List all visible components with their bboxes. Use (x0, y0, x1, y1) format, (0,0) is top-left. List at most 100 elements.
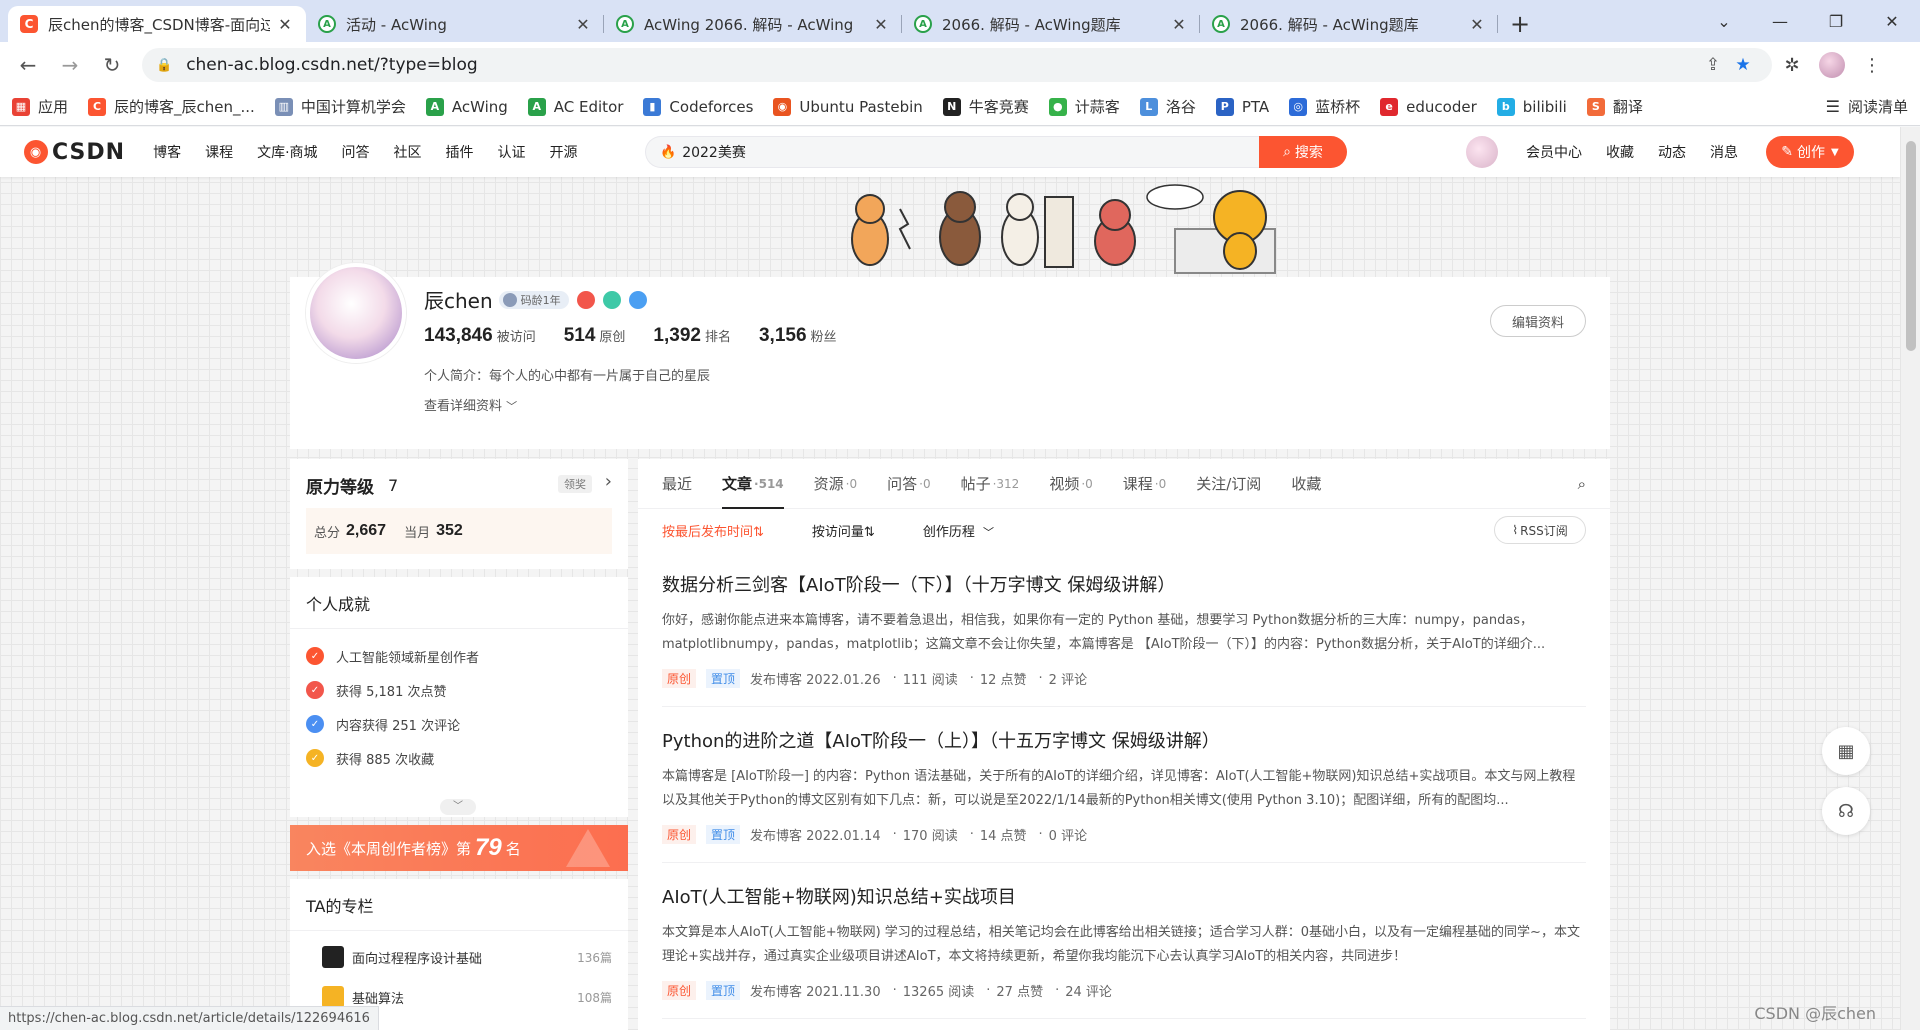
profile-stat[interactable]: 514 原创 (564, 325, 626, 347)
sort-by-latest[interactable]: 按最后发布时间⇅ (662, 521, 764, 540)
forward-button[interactable]: → (52, 47, 88, 83)
edit-profile-button[interactable]: 编辑资料 (1490, 305, 1586, 337)
scrollbar-thumb[interactable] (1906, 141, 1916, 351)
bookmark-item[interactable]: b bilibili (1496, 97, 1567, 116)
weekly-rank-banner[interactable]: 入选《本周创作者榜》第 79 名 (290, 825, 628, 871)
omnibox[interactable]: 🔒 chen-ac.blog.csdn.net/?type=blog ⇪ ★ (142, 48, 1772, 82)
minimize-button[interactable]: — (1752, 0, 1808, 42)
browser-tab[interactable]: A AcWing 2066. 解码 - AcWing ✕ (604, 6, 902, 42)
nav-right-item[interactable]: 会员中心 (1526, 142, 1582, 162)
bookmark-item[interactable]: ● 计蒜客 (1048, 96, 1120, 117)
content-tab[interactable]: 视频 ·0 (1049, 459, 1092, 509)
nav-item[interactable]: 文库·商城 (257, 142, 317, 162)
bookmark-item[interactable]: ▮ Codeforces (643, 97, 753, 116)
reading-list[interactable]: ☰ 阅读清单 (1826, 96, 1908, 117)
content-tab[interactable]: 资源 ·0 (814, 459, 857, 509)
bookmark-item[interactable]: P PTA (1215, 97, 1269, 116)
search-input[interactable]: 🔥 2022美赛 (645, 136, 1259, 168)
back-button[interactable]: ← (10, 47, 46, 83)
content-tab[interactable]: 文章 ·514 (722, 459, 784, 509)
content-tab[interactable]: 最近 (662, 459, 692, 509)
medal-icon[interactable] (628, 290, 647, 309)
profile-avatar-large[interactable] (306, 263, 406, 363)
article-summary[interactable]: 你好，感谢你能点进来本篇博客，请不要着急退出，相信我，如果你有一定的 Pytho… (662, 609, 1586, 657)
content-tab[interactable]: 问答 ·0 (887, 459, 930, 509)
rss-subscribe-button[interactable]: ⌇ RSS订阅 (1494, 516, 1586, 544)
close-tab-icon[interactable]: ✕ (872, 15, 890, 34)
profile-stat[interactable]: 1,392 排名 (653, 325, 731, 347)
sort-by-views[interactable]: 按访问量⇅ (812, 521, 875, 540)
profile-stat[interactable]: 3,156 粉丝 (759, 325, 837, 347)
menu-icon[interactable]: ⋮ (1852, 55, 1892, 76)
browser-tab[interactable]: A 2066. 解码 - AcWing题库 ✕ (902, 6, 1200, 42)
close-tab-icon[interactable]: ✕ (276, 15, 294, 34)
more-info-link[interactable]: 查看详细资料 ﹀ (424, 395, 517, 414)
nav-right-item[interactable]: 收藏 (1606, 142, 1634, 162)
new-tab-button[interactable]: + (1502, 6, 1538, 42)
column-item[interactable]: 面向过程程序设计基础 136篇 (290, 937, 628, 977)
bookmark-item[interactable]: N 牛客竞赛 (942, 96, 1029, 117)
search-button[interactable]: ⌕ 搜索 (1259, 136, 1347, 168)
restore-button[interactable]: ❐ (1808, 0, 1864, 42)
bookmark-item[interactable]: L 洛谷 (1139, 96, 1196, 117)
bookmark-item[interactable]: A AcWing (425, 97, 508, 116)
article-summary[interactable]: 本文算是本人AIoT(人工智能+物联网) 学习的过程总结，相关笔记均会在此博客给… (662, 921, 1586, 969)
nav-item[interactable]: 课程 (205, 142, 233, 162)
expand-chevron-icon[interactable]: ﹀ (440, 799, 476, 815)
history-dropdown[interactable]: 创作历程 ﹀ (923, 521, 994, 540)
claim-reward-tag[interactable]: 领奖 (558, 475, 592, 493)
nav-right-item[interactable]: 消息 (1710, 142, 1738, 162)
profile-name[interactable]: 辰chen (424, 285, 493, 314)
profile-stat[interactable]: 143,846 被访问 (424, 325, 536, 347)
create-button[interactable]: ✎ 创作 ▼ (1766, 136, 1854, 168)
csdn-logo[interactable]: ◉ CSDN (24, 140, 125, 165)
close-window-button[interactable]: ✕ (1864, 0, 1920, 42)
page-scrollbar[interactable] (1900, 127, 1920, 1030)
article-title[interactable]: Python的进阶之道【AIoT阶段一（上）】（十五万字博文 保姆级讲解） (662, 727, 1586, 753)
bookmark-item[interactable]: ◉ Ubuntu Pastebin (773, 97, 923, 116)
user-avatar[interactable] (1466, 136, 1498, 168)
search-icon[interactable]: ⌕ (1578, 475, 1586, 493)
bookmark-item[interactable]: ▥ 中国计算机学会 (274, 96, 406, 117)
bookmark-item[interactable]: C 辰的博客_辰chen_... (88, 96, 255, 117)
qrcode-icon[interactable]: ▦ (1822, 727, 1870, 775)
nav-item[interactable]: 开源 (550, 142, 578, 162)
nav-right-item[interactable]: 动态 (1658, 142, 1686, 162)
content-tab[interactable]: 收藏 (1291, 459, 1321, 509)
browser-tab[interactable]: C 辰chen的博客_CSDN博客-面向过程 ✕ (8, 6, 306, 42)
nav-item[interactable]: 插件 (446, 142, 474, 162)
close-tab-icon[interactable]: ✕ (1170, 15, 1188, 34)
nav-item[interactable]: 认证 (498, 142, 526, 162)
share-icon[interactable]: ⇪ (1698, 55, 1728, 75)
article-title[interactable]: 数据分析三剑客【AIoT阶段一（下）】（十万字博文 保姆级讲解） (662, 571, 1586, 597)
extensions-icon[interactable]: ✲ (1772, 55, 1812, 76)
close-tab-icon[interactable]: ✕ (1468, 15, 1486, 34)
bookmark-item[interactable]: e educoder (1380, 97, 1477, 116)
tab-search-icon[interactable]: ⌄ (1696, 0, 1752, 42)
medal-icon[interactable] (602, 290, 621, 309)
browser-tab[interactable]: A 2066. 解码 - AcWing题库 ✕ (1200, 6, 1498, 42)
content-tab[interactable]: 课程 ·0 (1123, 459, 1166, 509)
url-text[interactable]: chen-ac.blog.csdn.net/?type=blog (186, 55, 1698, 75)
profile-avatar[interactable] (1812, 52, 1852, 78)
bookmark-item[interactable]: A AC Editor (527, 97, 623, 116)
article-item[interactable]: Python的进阶之道【AIoT阶段一（上）】（十五万字博文 保姆级讲解） 本篇博… (662, 707, 1586, 863)
browser-tab[interactable]: A 活动 - AcWing ✕ (306, 6, 604, 42)
headset-icon[interactable]: ☊ (1822, 787, 1870, 835)
medal-icon[interactable] (576, 290, 595, 309)
bookmark-item[interactable]: ▦ 应用 (12, 96, 68, 117)
bookmark-item[interactable]: S 翻译 (1586, 96, 1643, 117)
article-item[interactable]: 数据分析三剑客【AIoT阶段一（下）】（十万字博文 保姆级讲解） 你好，感谢你能点… (662, 551, 1586, 707)
content-tab[interactable]: 关注/订阅 (1196, 459, 1261, 509)
bookmark-item[interactable]: ◎ 蓝桥杯 (1289, 96, 1360, 117)
lock-icon[interactable]: 🔒 (156, 58, 172, 73)
bookmark-star-icon[interactable]: ★ (1728, 55, 1758, 75)
nav-item[interactable]: 问答 (342, 142, 370, 162)
article-summary[interactable]: 本篇博客是 [AIoT阶段一] 的内容：Python 语法基础，关于所有的AIo… (662, 765, 1586, 813)
article-title[interactable]: AIoT(人工智能+物联网)知识总结+实战项目 (662, 883, 1586, 909)
nav-item[interactable]: 社区 (394, 142, 422, 162)
article-item[interactable]: AIoT(人工智能+物联网)知识总结+实战项目本文算是本人AIoT(人工智能+物… (662, 863, 1586, 1019)
reload-button[interactable]: ↻ (94, 47, 130, 83)
content-tab[interactable]: 帖子 ·312 (961, 459, 1020, 509)
chevron-right-icon[interactable]: › (605, 471, 612, 492)
